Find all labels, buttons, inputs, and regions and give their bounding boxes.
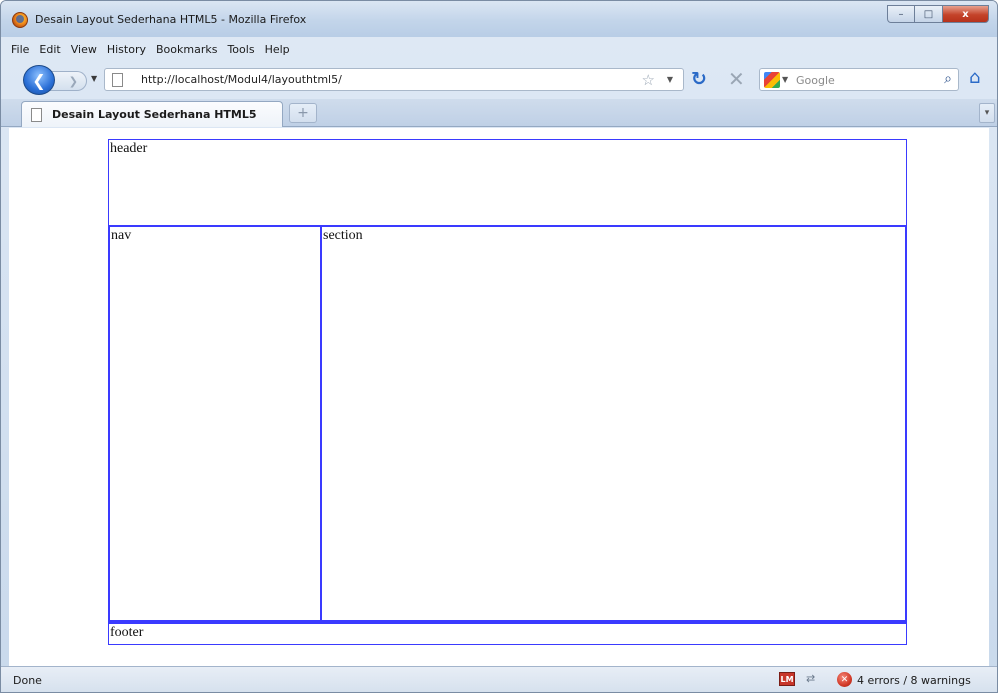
search-input[interactable]: Google xyxy=(796,74,835,87)
error-icon[interactable]: ✕ xyxy=(837,672,852,687)
layout-header: header xyxy=(108,139,907,227)
tab-strip: Desain Layout Sederhana HTML5 + ▾ xyxy=(1,99,997,127)
menu-bookmarks[interactable]: Bookmarks xyxy=(156,43,217,56)
title-bar: Desain Layout Sederhana HTML5 - Mozilla … xyxy=(1,1,997,37)
star-icon[interactable]: ☆ xyxy=(642,71,655,89)
magnifier-icon[interactable]: ⌕ xyxy=(944,71,952,87)
tab-page-icon xyxy=(31,108,42,122)
home-icon[interactable]: ⌂ xyxy=(969,67,980,88)
menu-help[interactable]: Help xyxy=(265,43,290,56)
layout-nav: nav xyxy=(108,225,322,622)
back-button[interactable]: ❮ xyxy=(23,65,55,95)
status-text: Done xyxy=(13,674,42,687)
page-content: header nav section footer xyxy=(9,128,989,666)
tab-active[interactable]: Desain Layout Sederhana HTML5 xyxy=(21,101,283,127)
layout-footer: footer xyxy=(108,622,907,645)
status-bar: Done LM ⇄ ✕ 4 errors / 8 warnings xyxy=(1,666,997,692)
menu-file[interactable]: File xyxy=(11,43,29,56)
tab-label: Desain Layout Sederhana HTML5 xyxy=(52,108,257,121)
url-dropdown-icon[interactable]: ▼ xyxy=(667,75,673,84)
url-bar[interactable]: http://localhost/Modul4/layouthtml5/ ☆ ▼ xyxy=(104,68,684,91)
addon-icon[interactable]: LM xyxy=(779,672,795,686)
window-controls: – □ x xyxy=(887,5,989,23)
error-summary[interactable]: 4 errors / 8 warnings xyxy=(857,674,971,687)
stop-icon[interactable]: ✕ xyxy=(728,67,745,91)
menu-edit[interactable]: Edit xyxy=(39,43,60,56)
minimize-button[interactable]: – xyxy=(887,5,915,23)
maximize-button[interactable]: □ xyxy=(915,5,943,23)
new-tab-button[interactable]: + xyxy=(289,103,317,123)
layout-section: section xyxy=(321,225,907,622)
window-title: Desain Layout Sederhana HTML5 - Mozilla … xyxy=(35,13,307,26)
google-icon[interactable] xyxy=(764,72,780,88)
search-engine-dropdown-icon[interactable]: ▼ xyxy=(782,75,788,84)
menu-view[interactable]: View xyxy=(71,43,97,56)
tab-list-button[interactable]: ▾ xyxy=(979,103,995,123)
browser-window: Desain Layout Sederhana HTML5 - Mozilla … xyxy=(0,0,998,693)
close-button[interactable]: x xyxy=(943,5,989,23)
menu-history[interactable]: History xyxy=(107,43,146,56)
page-icon xyxy=(112,73,123,87)
url-text[interactable]: http://localhost/Modul4/layouthtml5/ xyxy=(141,73,342,86)
search-bar[interactable]: ▼ Google ⌕ xyxy=(759,68,959,91)
history-dropdown-icon[interactable]: ▼ xyxy=(91,74,97,83)
menu-bar: File Edit View History Bookmarks Tools H… xyxy=(11,43,290,56)
navigation-toolbar: ❯ ❮ ▼ http://localhost/Modul4/layouthtml… xyxy=(1,63,997,97)
network-icon[interactable]: ⇄ xyxy=(806,672,815,685)
reload-icon[interactable]: ↻ xyxy=(691,68,707,90)
firefox-icon xyxy=(12,12,28,28)
menu-tools[interactable]: Tools xyxy=(227,43,254,56)
